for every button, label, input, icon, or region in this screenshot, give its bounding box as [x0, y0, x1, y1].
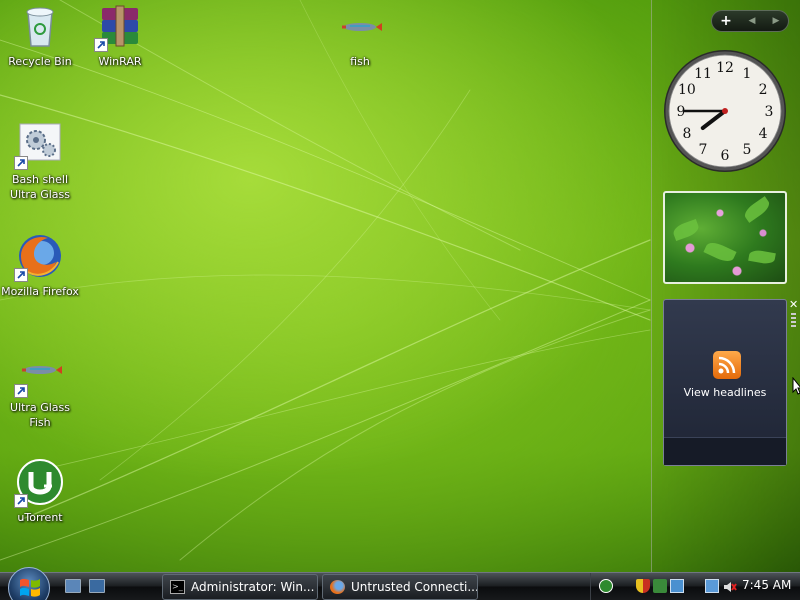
desktop-icon-label: Ultra Glass [10, 401, 70, 414]
drag-handle-icon[interactable] [791, 313, 796, 327]
desktop-icon-firefox[interactable]: Mozilla Firefox [0, 232, 80, 299]
desktop-icon-label: Mozilla Firefox [1, 285, 79, 298]
cmd-icon: >_ [170, 580, 185, 594]
clock-numeral: 4 [759, 126, 768, 142]
clock-gadget[interactable]: 12 12 3 45678 9 1011 [662, 48, 788, 174]
network-activity-icon[interactable] [705, 579, 719, 593]
shortcut-arrow-icon [14, 268, 28, 282]
desktop-icon-ultra-glass-fish[interactable]: Ultra Glass Fish [0, 348, 80, 430]
switch-windows-icon[interactable] [89, 579, 105, 593]
clock-numeral: 7 [699, 142, 708, 158]
leaf-shape [671, 218, 701, 242]
clock-numeral: 1 [743, 66, 752, 82]
desktop-icon-fish[interactable]: fish [320, 2, 400, 69]
feed-footer [664, 437, 786, 465]
security-icon[interactable] [653, 579, 667, 593]
show-desktop-icon[interactable] [65, 579, 81, 593]
desktop-icon-label: Ultra Glass [10, 188, 70, 201]
slideshow-gadget[interactable] [663, 191, 787, 284]
start-button[interactable] [8, 567, 50, 600]
desktop-icon-utorrent[interactable]: uTorrent [0, 458, 80, 525]
desktop-icon-label: Fish [29, 416, 51, 429]
utorrent-icon[interactable] [599, 579, 613, 593]
clock-numeral: 10 [678, 82, 696, 98]
mouse-pointer-icon [792, 377, 800, 395]
next-gadgets-button[interactable]: ▶ [764, 16, 788, 26]
firefox-icon [330, 580, 345, 594]
shortcut-arrow-icon [94, 38, 108, 52]
leaf-shape [748, 248, 776, 266]
taskbar-button-label: Administrator: Win... [191, 580, 315, 594]
clock-numeral: 11 [694, 66, 712, 82]
clock-numeral: 9 [677, 104, 686, 120]
clock-numeral: 6 [721, 148, 730, 164]
leaf-shape [741, 196, 773, 223]
desktop-icon-label: Bash shell [11, 173, 69, 186]
taskbar: >_ Administrator: Win... Untrusted Conne… [0, 567, 800, 600]
desktop-icon-winrar[interactable]: WinRAR [80, 2, 160, 69]
leaf-shape [703, 239, 737, 265]
sidebar-controls: + ◀ ▶ [711, 10, 789, 32]
volume-muted-icon[interactable] [723, 579, 737, 593]
shortcut-arrow-icon [14, 156, 28, 170]
rss-feed-icon [713, 351, 741, 379]
fish-icon [342, 23, 382, 31]
recycle-bin-icon [26, 7, 54, 47]
clock-numeral: 8 [682, 126, 691, 142]
desktop-icon-label: uTorrent [17, 511, 63, 524]
clock-numeral: 3 [765, 104, 774, 120]
desktop-icon-label: Recycle Bin [8, 55, 72, 68]
shield-icon[interactable] [636, 579, 650, 593]
taskbar-button-command-prompt[interactable]: >_ Administrator: Win... [162, 574, 318, 600]
add-gadget-button[interactable]: + [712, 13, 740, 29]
clock-numeral: 2 [759, 82, 768, 98]
shortcut-arrow-icon [14, 384, 28, 398]
desktop-icon-bash-shell[interactable]: Bash shell Ultra Glass [0, 120, 80, 202]
taskbar-button-label: Untrusted Connecti... [351, 580, 478, 594]
taskbar-button-firefox[interactable]: Untrusted Connecti... [322, 574, 478, 600]
view-headlines-link[interactable]: View headlines [664, 386, 786, 399]
feed-headlines-gadget[interactable]: View headlines [663, 299, 787, 466]
desktop-icon-label: fish [350, 55, 370, 68]
clock-numeral: 5 [743, 142, 752, 158]
desktop-icon-label: WinRAR [98, 55, 142, 68]
windows-logo-icon [20, 578, 40, 597]
previous-gadgets-button[interactable]: ◀ [740, 16, 764, 26]
close-gadget-icon[interactable]: ✕ [789, 298, 798, 311]
network-icon[interactable] [670, 579, 684, 593]
clock-numeral: 12 [716, 60, 734, 76]
desktop-icon-recycle-bin[interactable]: Recycle Bin [0, 2, 80, 69]
shortcut-arrow-icon [14, 494, 28, 508]
system-clock[interactable]: 7:45 AM [742, 578, 791, 592]
